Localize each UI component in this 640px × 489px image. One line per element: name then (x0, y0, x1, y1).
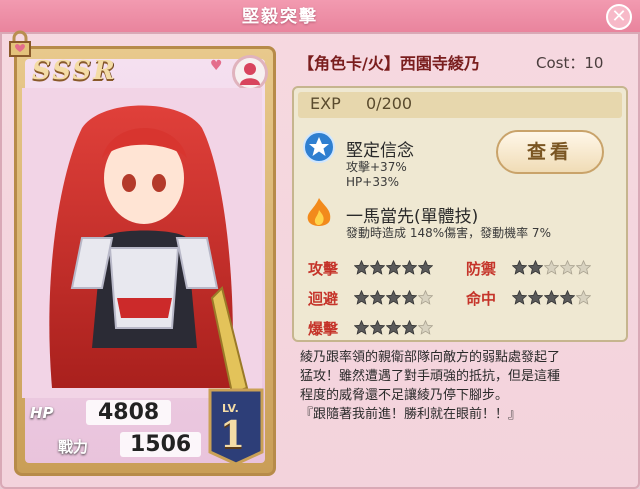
skill-desc: 攻擊+37% (346, 160, 407, 174)
star-empty-icon (418, 290, 433, 305)
star-filled-icon (354, 260, 369, 275)
exp-value: 0/200 (366, 94, 413, 113)
card-cost: Cost：10 (536, 54, 604, 72)
star-empty-icon (544, 260, 559, 275)
stars-accuracy (512, 290, 591, 305)
profile-button[interactable] (232, 55, 268, 91)
description-line: 『跟隨著我前進！勝利就在眼前！！』 (300, 407, 522, 422)
star-empty-icon (576, 290, 591, 305)
stat-label-evasion: 迴避 (308, 290, 339, 308)
star-filled-icon (370, 260, 385, 275)
stars-attack (354, 260, 433, 275)
hp-value: 4808 (86, 400, 172, 425)
stat-label-attack: 攻擊 (308, 260, 339, 278)
flame-icon (307, 198, 331, 226)
star-filled-icon (418, 260, 433, 275)
character-name: 【角色卡/火】西園寺綾乃 (298, 54, 480, 73)
star-filled-icon (544, 290, 559, 305)
power-value: 1506 (120, 432, 202, 457)
description-line: 程度的威脅還不足讓綾乃停下腳步。 (300, 388, 509, 403)
stat-label-accuracy: 命中 (466, 290, 497, 308)
star-filled-icon (402, 290, 417, 305)
stars-evasion (354, 290, 433, 305)
card-description: 綾乃跟率領的親衛部隊向敵方的弱點處發起了 猛攻！雖然遭遇了對手頑強的抵抗，但是這… (300, 348, 626, 424)
star-filled-icon (528, 260, 543, 275)
stat-label-critical: 爆擊 (308, 320, 339, 338)
star-badge-icon (303, 131, 335, 163)
star-filled-icon (512, 290, 527, 305)
star-filled-icon (402, 260, 417, 275)
star-filled-icon (370, 320, 385, 335)
star-filled-icon (354, 320, 369, 335)
skill-name: 堅定信念 (346, 141, 414, 161)
character-portrait (22, 88, 262, 398)
star-filled-icon (512, 260, 527, 275)
hp-label: HP (30, 404, 54, 422)
dialog-title: 堅毅突擊 (242, 7, 318, 27)
star-filled-icon (354, 290, 369, 305)
star-empty-icon (560, 260, 575, 275)
stars-critical (354, 320, 433, 335)
exp-label: EXP (310, 94, 341, 113)
star-filled-icon (370, 290, 385, 305)
close-icon: ✕ (611, 6, 627, 27)
skill-name: 一馬當先(單體技) (346, 207, 479, 227)
person-icon (240, 63, 260, 85)
description-line: 綾乃跟率領的親衛部隊向敵方的弱點處發起了 (300, 350, 561, 365)
skill-desc: HP+33% (346, 175, 399, 189)
star-filled-icon (386, 320, 401, 335)
level-value: 1 (220, 414, 246, 456)
star-filled-icon (402, 320, 417, 335)
star-filled-icon (386, 290, 401, 305)
skill-desc: 發動時造成 148%傷害，發動機率 7% (346, 226, 551, 240)
exp-bar (298, 92, 622, 118)
star-filled-icon (560, 290, 575, 305)
star-empty-icon (418, 320, 433, 335)
stars-defense (512, 260, 591, 275)
description-line: 猛攻！雖然遭遇了對手頑強的抵抗，但是這種 (300, 369, 561, 384)
star-filled-icon (386, 260, 401, 275)
close-button[interactable]: ✕ (606, 4, 632, 30)
rarity-badge: SSSR (32, 56, 117, 86)
star-filled-icon (528, 290, 543, 305)
power-label: 戰力 (58, 438, 89, 456)
heart-icon: ♥ (210, 58, 223, 74)
view-button[interactable]: 查看 (496, 130, 604, 174)
stat-label-defense: 防禦 (466, 260, 497, 278)
star-empty-icon (576, 260, 591, 275)
